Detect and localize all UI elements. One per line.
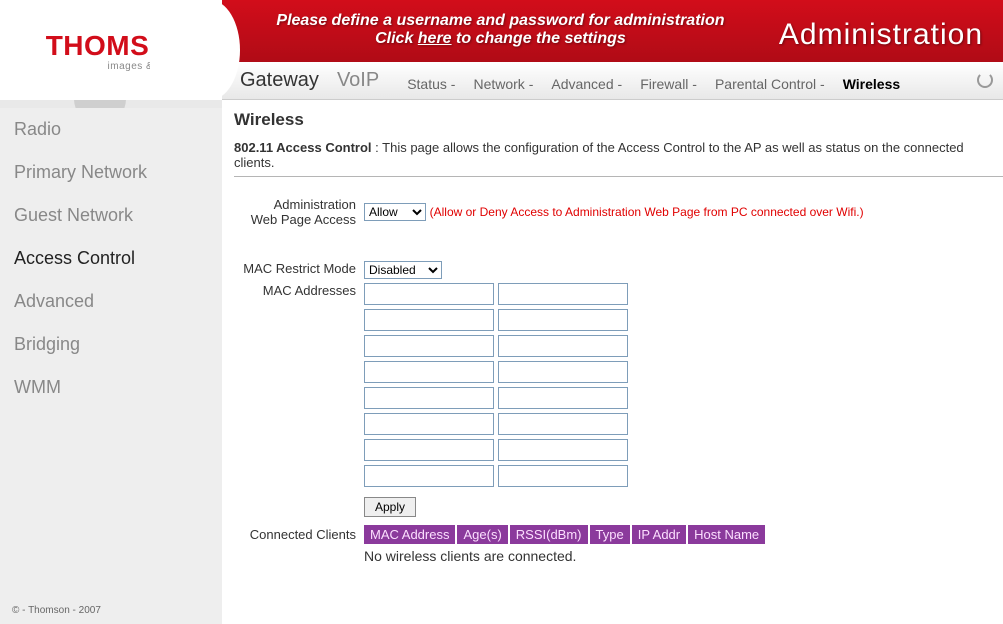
admin-access-hint: (Allow or Deny Access to Administration … — [430, 205, 864, 219]
admin-access-label: Administration Web Page Access — [234, 195, 364, 229]
no-clients-message: No wireless clients are connected. — [364, 548, 864, 564]
mac-input[interactable] — [498, 413, 628, 435]
connected-clients-label: Connected Clients — [234, 519, 364, 566]
separator — [234, 176, 1003, 177]
copyright-text: © - Thomson - 2007 — [12, 605, 101, 616]
mac-input[interactable] — [364, 439, 494, 461]
tab-gateway[interactable]: Gateway — [240, 69, 319, 92]
mac-input[interactable] — [498, 335, 628, 357]
mac-row — [364, 335, 864, 357]
clients-header-cell: RSSI(dBm) — [509, 525, 589, 544]
banner-message: Please define a username and password fo… — [222, 0, 779, 62]
mac-input[interactable] — [364, 413, 494, 435]
mac-input[interactable] — [498, 361, 628, 383]
subtab-status[interactable]: Status - — [407, 76, 455, 92]
sidebar-item-guest-network[interactable]: Guest Network — [0, 194, 222, 237]
mac-row — [364, 283, 864, 305]
subtab-advanced[interactable]: Advanced - — [551, 76, 622, 92]
mac-input[interactable] — [498, 465, 628, 487]
mac-input[interactable] — [364, 361, 494, 383]
mac-input[interactable] — [498, 283, 628, 305]
mac-input[interactable] — [364, 465, 494, 487]
clients-header-cell: Host Name — [687, 525, 766, 544]
subtab-wireless[interactable]: Wireless — [843, 76, 900, 92]
mac-row — [364, 361, 864, 383]
mac-input[interactable] — [364, 309, 494, 331]
clients-header-cell: Age(s) — [456, 525, 508, 544]
mac-addresses-label: MAC Addresses — [234, 281, 364, 493]
mac-input[interactable] — [498, 387, 628, 409]
apply-button[interactable]: Apply — [364, 497, 416, 517]
sidebar-item-advanced[interactable]: Advanced — [0, 280, 222, 323]
mac-row — [364, 413, 864, 435]
mac-addresses-grid — [364, 281, 864, 493]
mac-input[interactable] — [498, 309, 628, 331]
logo: THOMSON images & beyond — [0, 0, 222, 100]
mac-input[interactable] — [364, 283, 494, 305]
sidebar-item-primary-network[interactable]: Primary Network — [0, 151, 222, 194]
subtab-parental[interactable]: Parental Control - — [715, 76, 825, 92]
sidebar: Radio Primary Network Guest Network Acce… — [0, 100, 222, 624]
subtab-network[interactable]: Network - — [473, 76, 533, 92]
sidebar-item-bridging[interactable]: Bridging — [0, 323, 222, 366]
admin-access-select[interactable]: Allow — [364, 203, 426, 221]
mac-restrict-select[interactable]: Disabled — [364, 261, 442, 279]
banner-title: Administration — [779, 0, 1003, 62]
banner-line2: Click here to change the settings — [222, 30, 779, 48]
loading-icon — [977, 72, 993, 88]
clients-header-cell: MAC Address — [364, 525, 456, 544]
header-banner: THOMSON images & beyond Please define a … — [0, 0, 1003, 62]
mac-row — [364, 309, 864, 331]
mac-row — [364, 465, 864, 487]
page-title: Wireless — [234, 110, 1003, 130]
settings-form: Administration Web Page Access Allow (Al… — [234, 195, 864, 566]
mac-row — [364, 387, 864, 409]
mac-input[interactable] — [364, 335, 494, 357]
section-name: 802.11 Access Control — [234, 140, 372, 155]
sidebar-item-radio[interactable]: Radio — [0, 108, 222, 151]
banner-here-link[interactable]: here — [418, 30, 452, 47]
subtab-firewall[interactable]: Firewall - — [640, 76, 697, 92]
sidebar-item-wmm[interactable]: WMM — [0, 366, 222, 409]
clients-header-cell: Type — [589, 525, 631, 544]
sidebar-item-access-control[interactable]: Access Control — [0, 237, 222, 280]
page-description: 802.11 Access Control : This page allows… — [234, 140, 1003, 170]
content-area: Wireless 802.11 Access Control : This pa… — [222, 100, 1003, 624]
mac-row — [364, 439, 864, 461]
clients-header-cell: IP Addr — [631, 525, 687, 544]
mac-restrict-label: MAC Restrict Mode — [234, 259, 364, 281]
mac-input[interactable] — [364, 387, 494, 409]
connected-clients-table: MAC AddressAge(s)RSSI(dBm)TypeIP AddrHos… — [364, 525, 767, 544]
tab-voip[interactable]: VoIP — [337, 69, 379, 92]
banner-line1: Please define a username and password fo… — [222, 12, 779, 30]
mac-input[interactable] — [498, 439, 628, 461]
